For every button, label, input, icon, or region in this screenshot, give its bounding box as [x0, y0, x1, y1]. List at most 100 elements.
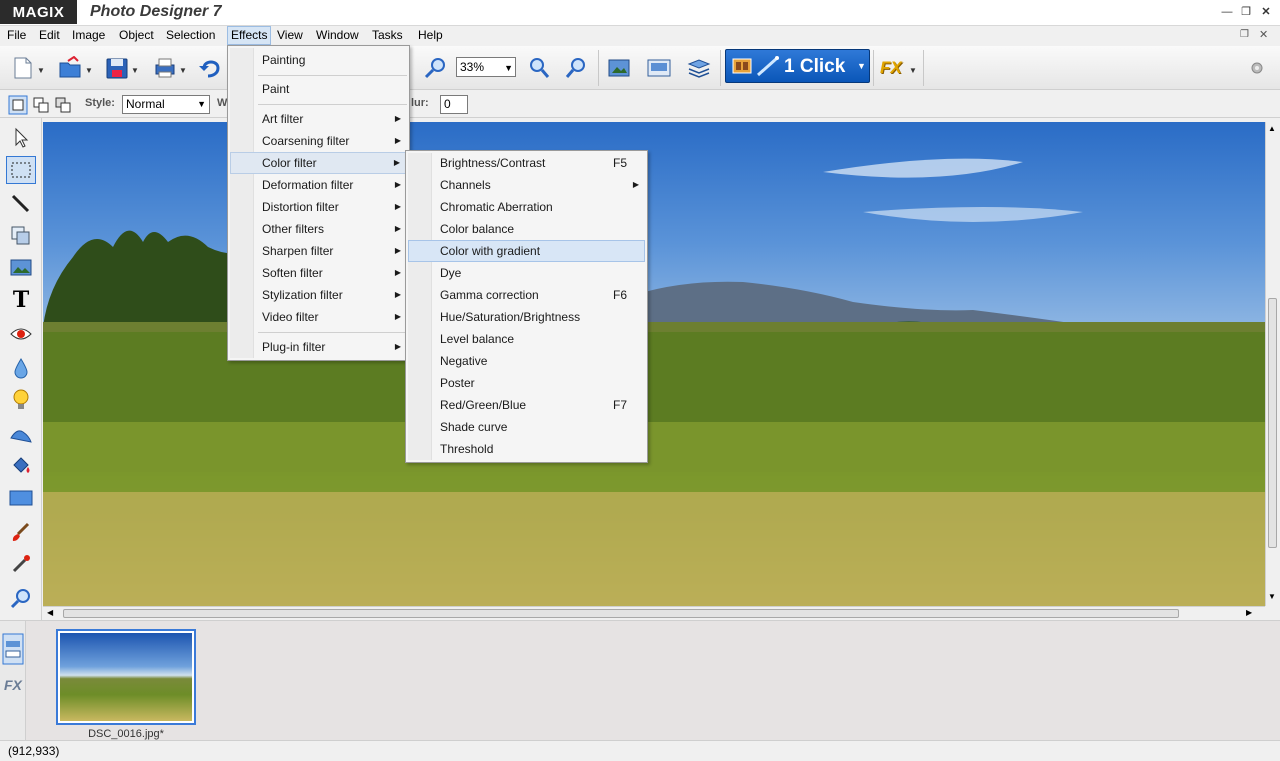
- status-bar: (912,933): [0, 740, 1280, 760]
- scroll-up-icon[interactable]: ▲: [1268, 124, 1276, 133]
- menu-selection[interactable]: Selection: [163, 26, 218, 45]
- effects-stylization-filter[interactable]: Stylization filter ▶: [230, 284, 407, 306]
- zoom-tool[interactable]: [6, 584, 36, 612]
- doc-close-icon[interactable]: ✕: [1259, 28, 1268, 41]
- menu-help[interactable]: Help: [415, 26, 446, 45]
- menu-edit[interactable]: Edit: [36, 26, 63, 45]
- effects-color-filter[interactable]: Color filter ▶: [230, 152, 407, 174]
- zoom-select[interactable]: 33% ▼: [456, 57, 516, 77]
- clone-tool[interactable]: [6, 222, 36, 250]
- menu-view[interactable]: View: [274, 26, 306, 45]
- menu-tasks[interactable]: Tasks: [369, 26, 406, 45]
- doc-restore-icon[interactable]: ❐: [1240, 29, 1249, 40]
- save-icon[interactable]: [104, 56, 130, 80]
- dodge-tool[interactable]: [6, 386, 36, 414]
- new-file-icon[interactable]: [10, 56, 36, 80]
- color-threshold[interactable]: Threshold: [408, 438, 645, 460]
- fx-button[interactable]: FX: [880, 58, 902, 78]
- rectangle-tool[interactable]: [6, 484, 36, 512]
- zoom-100-icon[interactable]: [526, 56, 552, 80]
- color-red-green-blue[interactable]: Red/Green/Blue F7: [408, 394, 645, 416]
- photo-edit-icon[interactable]: [606, 56, 632, 80]
- selection-subtract-icon[interactable]: [53, 95, 73, 115]
- menu-file[interactable]: File: [4, 26, 29, 45]
- layers-icon[interactable]: [686, 56, 712, 80]
- color-brightness-contrast[interactable]: Brightness/Contrast F5: [408, 152, 645, 174]
- menu-effects[interactable]: Effects: [227, 26, 272, 45]
- vertical-scroll-thumb[interactable]: [1268, 298, 1277, 548]
- color-shade-curve[interactable]: Shade curve: [408, 416, 645, 438]
- smudge-tool[interactable]: [6, 420, 36, 448]
- selection-new-icon[interactable]: [8, 95, 28, 115]
- save-dropdown-icon[interactable]: ▼: [131, 66, 139, 75]
- zoom-fit-icon[interactable]: [564, 56, 590, 80]
- light-bulb-icon: [13, 389, 29, 409]
- scroll-down-icon[interactable]: ▼: [1268, 592, 1276, 601]
- effects-plugin-filter[interactable]: Plug-in filter ▶: [230, 336, 407, 358]
- color-level-balance[interactable]: Level balance: [408, 328, 645, 350]
- fill-tool[interactable]: [6, 452, 36, 480]
- effects-painting[interactable]: Painting: [230, 49, 407, 71]
- effects-deformation-filter[interactable]: Deformation filter ▶: [230, 174, 407, 196]
- style-label: Style:: [85, 97, 115, 109]
- effects-soften-filter[interactable]: Soften filter ▶: [230, 262, 407, 284]
- open-dropdown-icon[interactable]: ▼: [85, 66, 93, 75]
- open-folder-icon[interactable]: [58, 56, 84, 80]
- menu-window[interactable]: Window: [313, 26, 362, 45]
- thumbnail[interactable]: [56, 629, 196, 725]
- rectangle-shape-icon: [9, 490, 33, 506]
- zoom-in-icon[interactable]: [423, 56, 449, 80]
- paint-brush-tool[interactable]: [6, 518, 36, 546]
- horizontal-scroll-thumb[interactable]: [63, 609, 1179, 618]
- effects-other-filters[interactable]: Other filters ▶: [230, 218, 407, 240]
- effects-video-filter[interactable]: Video filter ▶: [230, 306, 407, 328]
- color-chromatic-aberration[interactable]: Chromatic Aberration: [408, 196, 645, 218]
- color-channels[interactable]: Channels ▶: [408, 174, 645, 196]
- color-dye[interactable]: Dye: [408, 262, 645, 284]
- horizontal-scrollbar[interactable]: ◀ ▶: [43, 606, 1265, 620]
- close-icon[interactable]: ✕: [1257, 4, 1275, 20]
- eyedropper-tool[interactable]: [6, 550, 36, 578]
- minimize-icon[interactable]: —: [1218, 4, 1236, 20]
- blur-input[interactable]: 0: [440, 95, 468, 114]
- print-dropdown-icon[interactable]: ▼: [179, 66, 187, 75]
- scroll-left-icon[interactable]: ◀: [47, 608, 53, 617]
- fx-dropdown-icon[interactable]: ▼: [909, 66, 917, 75]
- screen-view-icon[interactable]: [646, 56, 672, 80]
- effects-sharpen-filter[interactable]: Sharpen filter ▶: [230, 240, 407, 262]
- vertical-scrollbar[interactable]: ▲ ▼: [1265, 122, 1279, 606]
- color-with-gradient[interactable]: Color with gradient: [408, 240, 645, 262]
- effects-paint[interactable]: Paint: [230, 78, 407, 100]
- image-object-tool[interactable]: [6, 254, 36, 282]
- brush-tool[interactable]: [6, 190, 36, 218]
- color-gamma-correction[interactable]: Gamma correction F6: [408, 284, 645, 306]
- settings-circle-icon[interactable]: [1250, 61, 1264, 75]
- effects-distortion-filter[interactable]: Distortion filter ▶: [230, 196, 407, 218]
- color-poster[interactable]: Poster: [408, 372, 645, 394]
- one-click-button[interactable]: 1 Click ▼: [725, 49, 870, 83]
- text-tool[interactable]: T: [6, 286, 36, 314]
- color-negative[interactable]: Negative: [408, 350, 645, 372]
- menu-object[interactable]: Object: [116, 26, 157, 45]
- thumbnail-caption: DSC_0016.jpg*: [88, 728, 164, 740]
- blur-drop-tool[interactable]: [6, 354, 36, 382]
- one-click-dropdown-icon[interactable]: ▼: [857, 61, 866, 71]
- scroll-right-icon[interactable]: ▶: [1246, 608, 1252, 617]
- effects-coarsening-filter[interactable]: Coarsening filter ▶: [230, 130, 407, 152]
- color-hue-saturation-brightness[interactable]: Hue/Saturation/Brightness: [408, 306, 645, 328]
- restore-icon[interactable]: ❐: [1237, 4, 1255, 20]
- pointer-tool[interactable]: [6, 124, 36, 152]
- color-balance[interactable]: Color balance: [408, 218, 645, 240]
- undo-icon[interactable]: [198, 56, 224, 80]
- effects-art-filter[interactable]: Art filter ▶: [230, 108, 407, 130]
- fx-panel-icon[interactable]: FX: [4, 677, 22, 693]
- rectangle-select-tool[interactable]: [6, 156, 36, 184]
- menu-image[interactable]: Image: [69, 26, 108, 45]
- media-pool-icon[interactable]: [2, 633, 24, 665]
- eyedropper-icon: [12, 555, 30, 573]
- selection-add-icon[interactable]: [31, 95, 51, 115]
- new-file-dropdown-icon[interactable]: ▼: [37, 66, 45, 75]
- red-eye-tool[interactable]: [6, 320, 36, 348]
- print-icon[interactable]: [152, 56, 178, 80]
- style-select[interactable]: Normal ▼: [122, 95, 210, 114]
